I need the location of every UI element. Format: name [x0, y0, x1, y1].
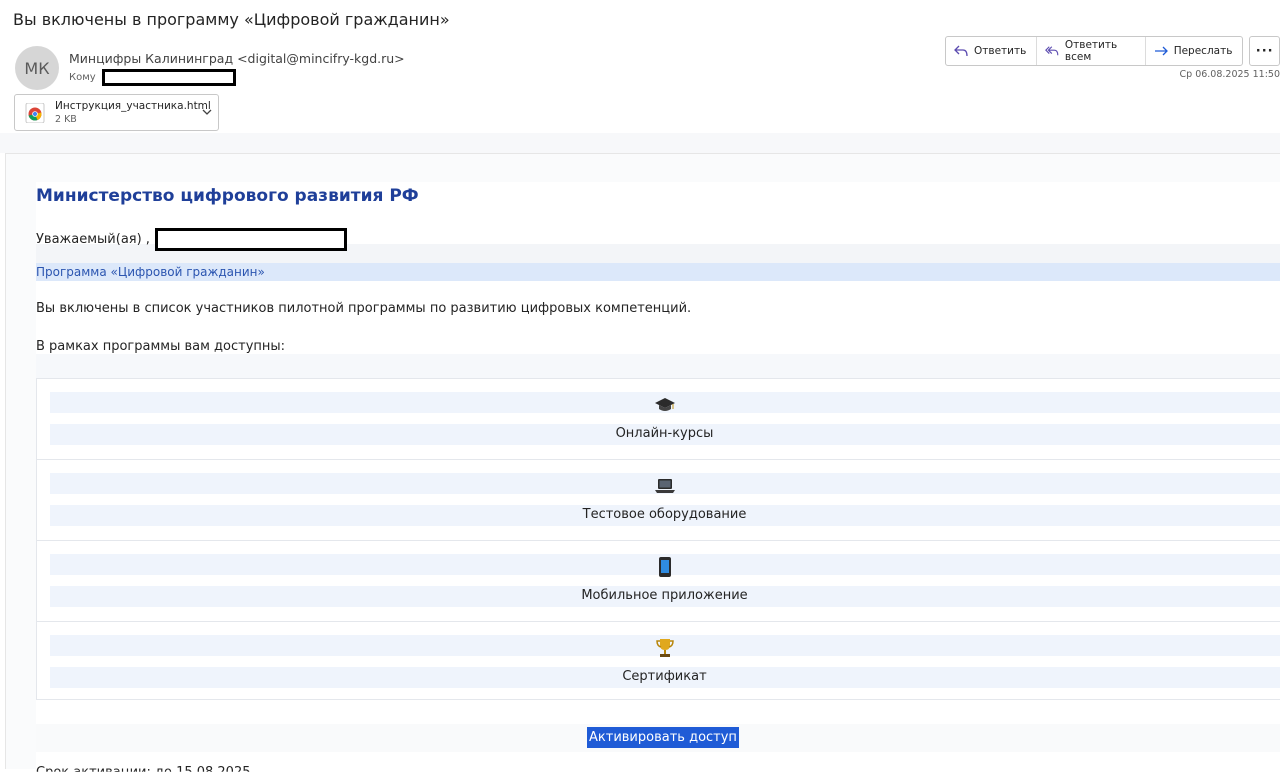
feature-item-equipment: Тестовое оборудование [37, 460, 1280, 541]
message-actions: Ответить Ответить всем Переслать ··· [945, 36, 1280, 66]
intro-paragraph: Вы включены в список участников пилотной… [36, 301, 692, 316]
reply-label: Ответить [974, 45, 1027, 57]
feature-label: Мобильное приложение [581, 588, 748, 603]
sender[interactable]: Минцифры Калининград <digital@mincifry-k… [69, 51, 405, 66]
received-date: Ср 06.08.2025 11:50 [1179, 69, 1280, 80]
mobile-phone-icon [654, 556, 676, 578]
activate-access-link[interactable]: Активировать доступ [587, 727, 739, 748]
feature-item-certificate: Сертификат [37, 622, 1280, 702]
forward-label: Переслать [1173, 45, 1233, 57]
feature-label: Тестовое оборудование [582, 507, 747, 522]
reply-all-label: Ответить всем [1064, 39, 1118, 63]
program-banner: Программа «Цифровой гражданин» [36, 263, 1280, 281]
header-divider-band [0, 133, 1280, 153]
to-label: Кому [69, 72, 96, 83]
greeting-text: Уважаемый(ая) , [36, 232, 150, 247]
attachment-name: Инструкция_участника.html [55, 99, 211, 112]
forward-icon [1154, 46, 1168, 56]
feature-item-courses: Онлайн-курсы [37, 379, 1280, 460]
laptop-icon [654, 475, 676, 497]
feature-label: Сертификат [622, 669, 707, 684]
forward-button[interactable]: Переслать [1146, 37, 1243, 65]
trophy-icon [654, 637, 676, 659]
graduation-cap-icon [654, 394, 676, 416]
recipient-redacted [101, 69, 236, 86]
chrome-icon [25, 102, 45, 123]
attachment-info: Инструкция_участника.html 2 KB [55, 99, 211, 127]
email-content: Министерство цифрового развития РФ Уважа… [36, 182, 1280, 782]
attachment-size: 2 KB [55, 113, 77, 125]
chevron-down-icon[interactable] [202, 107, 212, 117]
more-actions-button[interactable]: ··· [1249, 36, 1280, 66]
org-title: Министерство цифрового развития РФ [36, 186, 419, 206]
reply-all-icon [1045, 46, 1059, 56]
list-intro: В рамках программы вам доступны: [36, 339, 286, 354]
recipient-row: Кому [69, 69, 236, 86]
avatar: МК [15, 46, 59, 90]
activation-deadline: Срок активации: до 15.08.2025 [36, 765, 251, 780]
attachment-card[interactable]: Инструкция_участника.html 2 KB [14, 94, 219, 131]
action-group: Ответить Ответить всем Переслать [945, 36, 1244, 66]
feature-label: Онлайн-курсы [615, 426, 714, 441]
reply-all-button[interactable]: Ответить всем [1037, 37, 1146, 65]
email-subject: Вы включены в программу «Цифровой гражда… [13, 10, 450, 29]
greeting: Уважаемый(ая) , [36, 228, 347, 251]
list-intro-band [36, 354, 1280, 378]
reply-icon [954, 45, 968, 57]
reply-button[interactable]: Ответить [946, 37, 1038, 65]
feature-item-app: Мобильное приложение [37, 541, 1280, 622]
message-body: Министерство цифрового развития РФ Уважа… [5, 153, 1280, 782]
name-redacted [154, 228, 347, 251]
features-box: Онлайн-курсы Тестовое оборудование Мобил… [36, 378, 1280, 700]
